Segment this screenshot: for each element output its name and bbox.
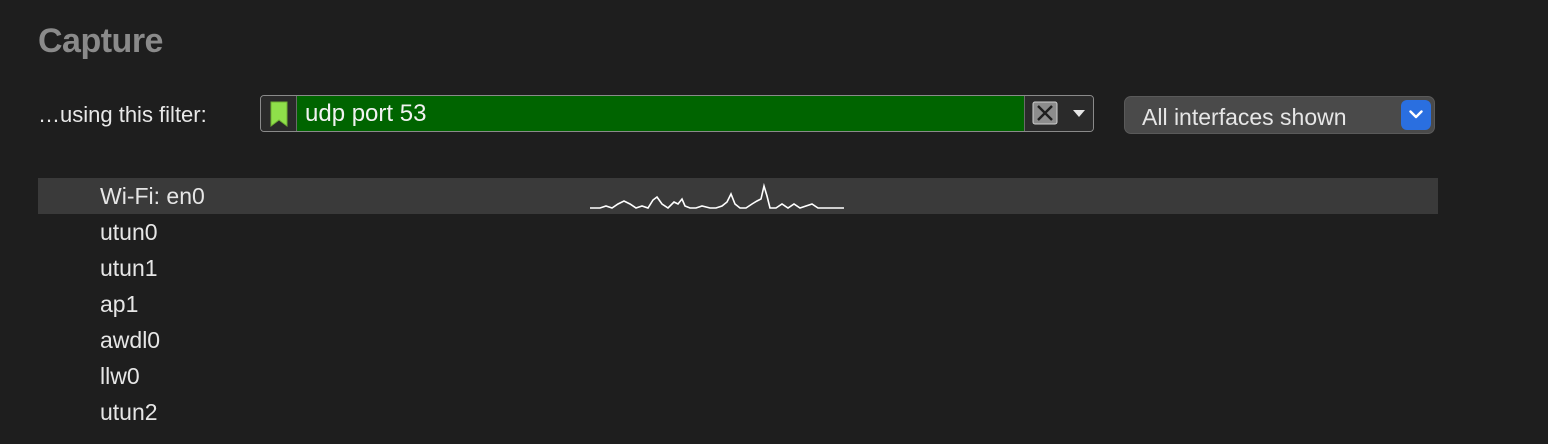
chevron-down-icon [1409, 110, 1423, 119]
capture-filter-field [260, 95, 1094, 132]
interface-row[interactable]: ap1 [38, 286, 1438, 322]
filter-input[interactable] [297, 96, 1024, 131]
clear-x-icon [1032, 101, 1058, 125]
interface-row[interactable]: awdl0 [38, 322, 1438, 358]
interface-type-select[interactable]: All interfaces shown [1124, 96, 1435, 134]
interface-row[interactable]: utun1 [38, 250, 1438, 286]
filter-history-dropdown[interactable] [1064, 96, 1093, 131]
caret-down-icon [1073, 110, 1085, 117]
filter-bookmark-button[interactable] [261, 96, 297, 131]
interface-list: Wi-Fi: en0 utun0 utun1 ap1 awdl0 llw0 ut… [38, 178, 1438, 430]
interface-name: awdl0 [100, 327, 161, 353]
interface-name: llw0 [100, 363, 140, 389]
interface-select-label: All interfaces shown [1142, 104, 1347, 130]
filter-label: …using this filter: [38, 102, 207, 127]
interface-name: Wi-Fi: en0 [100, 183, 205, 209]
traffic-sparkline [590, 182, 844, 210]
select-arrow-button [1401, 100, 1431, 130]
interface-name: ap1 [100, 291, 139, 317]
interface-name: utun1 [100, 255, 158, 281]
interface-name: utun2 [100, 399, 158, 425]
interface-row[interactable]: Wi-Fi: en0 [38, 178, 1438, 214]
interface-name: utun0 [100, 219, 158, 245]
section-title: Capture [38, 22, 163, 60]
bookmark-icon [270, 101, 288, 127]
capture-panel: Capture …using this filter: All interfac… [0, 0, 1548, 444]
interface-row[interactable]: llw0 [38, 358, 1438, 394]
interface-row[interactable]: utun2 [38, 394, 1438, 430]
interface-row[interactable]: utun0 [38, 214, 1438, 250]
clear-filter-button[interactable] [1024, 96, 1064, 131]
